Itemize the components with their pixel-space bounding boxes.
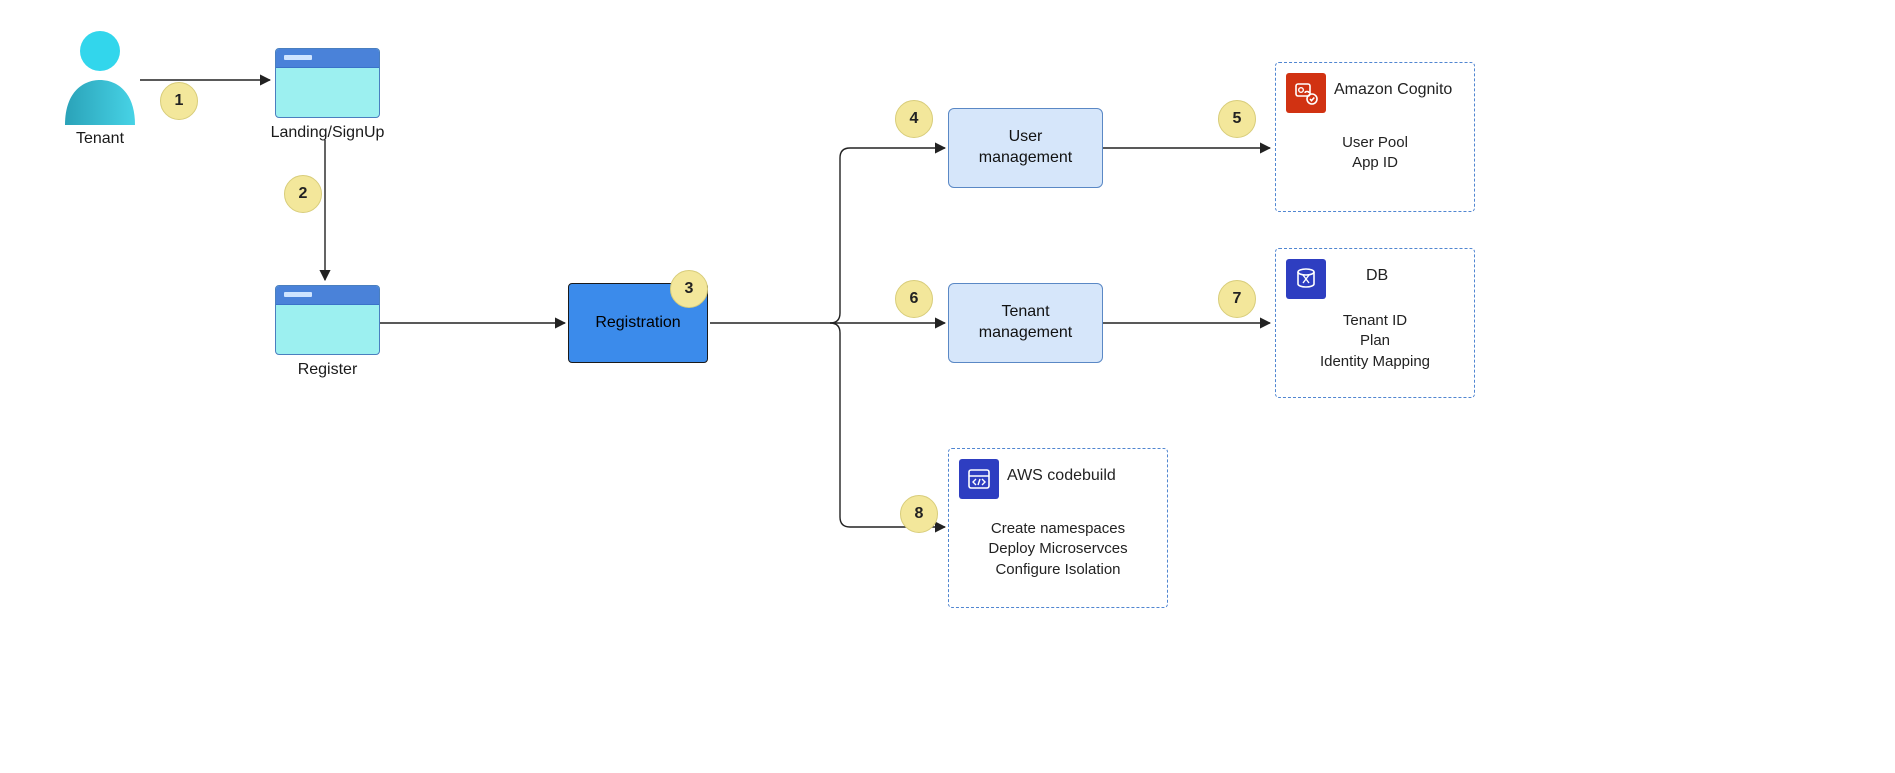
register-label: Register bbox=[275, 361, 380, 379]
tenant-icon bbox=[55, 25, 145, 125]
step-badge-5: 5 bbox=[1218, 100, 1256, 138]
registration-label: Registration bbox=[595, 314, 680, 332]
codebuild-line-1: Create namespaces bbox=[949, 519, 1167, 539]
codebuild-body: Create namespaces Deploy Microservces Co… bbox=[949, 519, 1167, 580]
step-badge-1: 1 bbox=[160, 82, 198, 120]
db-body: Tenant ID Plan Identity Mapping bbox=[1276, 311, 1474, 372]
tenant-label: Tenant bbox=[55, 130, 145, 148]
register-page-icon bbox=[275, 285, 380, 355]
cognito-body: User Pool App ID bbox=[1276, 133, 1474, 174]
db-line-2: Plan bbox=[1276, 331, 1474, 351]
codebuild-callout: AWS codebuild Create namespaces Deploy M… bbox=[948, 448, 1168, 608]
step-badge-8: 8 bbox=[900, 495, 938, 533]
step-badge-2: 2 bbox=[284, 175, 322, 213]
step-badge-6: 6 bbox=[895, 280, 933, 318]
codebuild-title: AWS codebuild bbox=[1007, 467, 1116, 485]
cognito-line-1: User Pool bbox=[1276, 133, 1474, 153]
tenant-management-label: Tenant management bbox=[979, 302, 1072, 344]
step-badge-4: 4 bbox=[895, 100, 933, 138]
codebuild-line-3: Configure Isolation bbox=[949, 560, 1167, 580]
step-badge-3: 3 bbox=[670, 270, 708, 308]
cognito-title: Amazon Cognito bbox=[1334, 81, 1452, 99]
db-icon bbox=[1286, 259, 1326, 299]
db-line-3: Identity Mapping bbox=[1276, 352, 1474, 372]
db-title: DB bbox=[1366, 267, 1388, 285]
step-badge-7: 7 bbox=[1218, 280, 1256, 318]
cognito-line-2: App ID bbox=[1276, 153, 1474, 173]
tenant-management-box: Tenant management bbox=[948, 283, 1103, 363]
db-callout: DB Tenant ID Plan Identity Mapping bbox=[1275, 248, 1475, 398]
db-line-1: Tenant ID bbox=[1276, 311, 1474, 331]
cognito-callout: Amazon Cognito User Pool App ID bbox=[1275, 62, 1475, 212]
diagram-canvas: Tenant Landing/SignUp Register Registrat… bbox=[0, 0, 1895, 773]
landing-page-icon bbox=[275, 48, 380, 118]
landing-label: Landing/SignUp bbox=[240, 124, 415, 142]
codebuild-line-2: Deploy Microservces bbox=[949, 539, 1167, 559]
user-management-box: User management bbox=[948, 108, 1103, 188]
user-management-label: User management bbox=[979, 127, 1072, 169]
cognito-icon bbox=[1286, 73, 1326, 113]
codebuild-icon bbox=[959, 459, 999, 499]
